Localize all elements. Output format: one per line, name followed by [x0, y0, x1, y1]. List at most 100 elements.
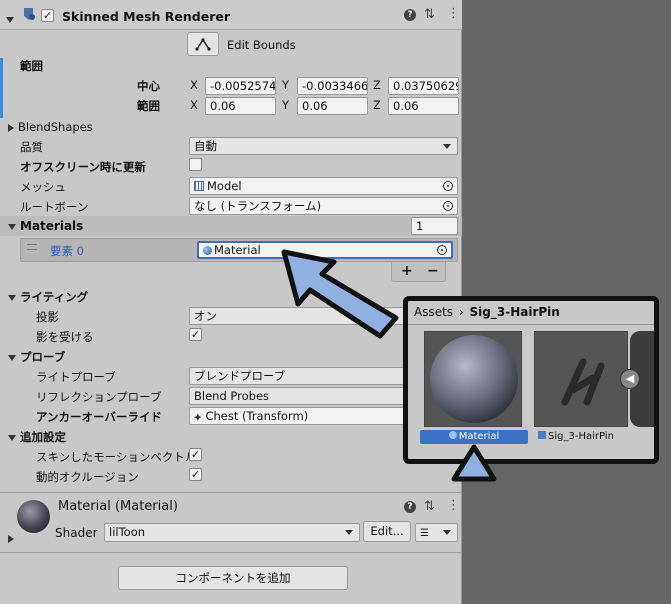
- transform-icon: ⯌: [194, 412, 202, 423]
- extent-y-axis: Y: [282, 98, 290, 112]
- renderer-icon: [22, 6, 36, 22]
- bounds-label: 範囲: [20, 59, 43, 73]
- material-asset-title: Material (Material): [58, 499, 178, 514]
- component-enabled-checkbox[interactable]: ✓: [41, 9, 54, 22]
- collapse-triangle-icon: [8, 434, 16, 441]
- drag-handle-icon[interactable]: [27, 244, 37, 250]
- divider: [0, 492, 462, 493]
- additional-settings-foldout[interactable]: 追加設定: [8, 429, 66, 445]
- center-z-field[interactable]: 0.03750629: [388, 77, 459, 95]
- reflection-probes-label: リフレクションプローブ: [36, 390, 162, 404]
- quality-dropdown[interactable]: 自動: [189, 137, 458, 155]
- add-component-button[interactable]: コンポーネントを追加: [118, 566, 348, 590]
- materials-count-field[interactable]: 1: [411, 217, 458, 235]
- help-icon[interactable]: ?: [404, 9, 416, 21]
- modified-indicator: [0, 58, 3, 118]
- rootbone-field[interactable]: なし (トランスフォーム): [189, 197, 458, 215]
- material-sphere-preview: [430, 335, 518, 423]
- breadcrumb-root[interactable]: Assets: [414, 305, 453, 319]
- collapse-triangle-icon[interactable]: [6, 12, 18, 26]
- mesh-field[interactable]: Model: [189, 177, 458, 195]
- skinned-motion-label: スキンしたモーションベクトル: [36, 450, 197, 464]
- extent-x-field[interactable]: 0.06: [205, 97, 276, 115]
- offscreen-label: オフスクリーン時に更新: [20, 160, 146, 174]
- light-probes-label: ライトプローブ: [36, 370, 116, 384]
- mesh-value: Model: [207, 179, 242, 193]
- dynamic-occlusion-checkbox[interactable]: ✓: [189, 468, 202, 481]
- extent-y-field[interactable]: 0.06: [297, 97, 368, 115]
- receive-shadows-label: 影を受ける: [36, 330, 94, 344]
- asset-label-text: Sig_3-HairPin: [548, 431, 614, 442]
- shader-dropdown[interactable]: lilToon: [104, 523, 360, 542]
- shader-options-dropdown[interactable]: ☰: [415, 523, 458, 542]
- center-y-axis: Y: [282, 78, 290, 92]
- extent-z-field[interactable]: 0.06: [388, 97, 459, 115]
- asset-label-text: Material: [458, 431, 500, 442]
- breadcrumb-divider: [408, 324, 654, 325]
- expand-triangle-icon: [8, 123, 14, 132]
- breadcrumb: Assets › Sig_3-HairPin: [414, 305, 560, 319]
- edit-bounds-icon: [195, 38, 211, 51]
- material-preview-thumbnail[interactable]: [17, 500, 50, 533]
- center-y-field[interactable]: -0.00334665: [297, 77, 368, 95]
- material-foldout-triangle-icon[interactable]: [8, 531, 18, 545]
- prefab-cube-icon: [538, 431, 546, 439]
- cast-shadows-label: 投影: [36, 310, 59, 324]
- rootbone-value: なし (トランスフォーム): [194, 199, 322, 213]
- edit-bounds-button[interactable]: [187, 32, 219, 56]
- pointer-arrow-up-icon: [451, 444, 497, 482]
- anchor-override-value: Chest (Transform): [205, 409, 309, 423]
- extent-label: 範囲: [137, 99, 160, 113]
- element-0-label: 要素 0: [50, 244, 84, 258]
- project-assets-popup: Assets › Sig_3-HairPin Material Sig_3-Ha…: [403, 296, 659, 464]
- lighting-foldout[interactable]: ライティング: [8, 289, 88, 305]
- additional-settings-header: 追加設定: [20, 430, 66, 444]
- list-icon: ☰: [420, 528, 429, 539]
- materials-foldout[interactable]: Materials: [8, 219, 83, 233]
- breadcrumb-chevron-icon: ›: [458, 305, 464, 319]
- kebab-menu-icon[interactable]: ⋮: [447, 6, 460, 21]
- asset-tile[interactable]: [424, 331, 522, 427]
- shader-edit-button[interactable]: Edit...: [363, 521, 411, 542]
- probes-foldout[interactable]: プローブ: [8, 349, 65, 365]
- center-x-axis: X: [190, 78, 198, 92]
- component-header[interactable]: ✓ Skinned Mesh Renderer ? ⇅ ⋮: [0, 0, 462, 30]
- divider: [0, 552, 462, 553]
- hairpin-model-preview: [561, 358, 605, 406]
- center-x-field[interactable]: -0.00525745: [205, 77, 276, 95]
- offscreen-checkbox[interactable]: [189, 158, 202, 171]
- asset-tile[interactable]: [534, 331, 628, 427]
- extent-x-axis: X: [190, 98, 198, 112]
- rootbone-label: ルートボーン: [20, 200, 89, 214]
- preset-icon[interactable]: ⇅: [424, 7, 435, 22]
- pointer-arrow-icon: [281, 249, 399, 339]
- shader-label: Shader: [55, 526, 98, 540]
- material-sphere-icon: [203, 246, 212, 255]
- blendshapes-label: BlendShapes: [18, 120, 93, 134]
- edit-bounds-label: Edit Bounds: [227, 38, 296, 52]
- object-picker-icon[interactable]: [443, 181, 453, 191]
- remove-element-button[interactable]: −: [427, 263, 439, 279]
- skinned-motion-checkbox[interactable]: ✓: [189, 448, 202, 461]
- asset-label-selected[interactable]: Material: [420, 430, 528, 444]
- collapse-triangle-icon: [8, 223, 16, 230]
- mesh-label: メッシュ: [20, 180, 66, 194]
- asset-label[interactable]: Sig_3-HairPin: [538, 430, 614, 444]
- anchor-override-label: アンカーオーバーライド: [36, 410, 162, 424]
- preset-icon[interactable]: ⇅: [424, 499, 435, 514]
- blendshapes-foldout[interactable]: BlendShapes: [8, 120, 93, 134]
- kebab-menu-icon[interactable]: ⋮: [447, 498, 460, 513]
- receive-shadows-checkbox[interactable]: ✓: [189, 328, 202, 341]
- material-sphere-icon: [448, 431, 457, 439]
- lighting-header: ライティング: [20, 290, 89, 304]
- scroll-left-icon[interactable]: ◀: [620, 369, 640, 389]
- breadcrumb-folder[interactable]: Sig_3-HairPin: [470, 305, 560, 319]
- mesh-grid-icon: [194, 181, 204, 191]
- component-title: Skinned Mesh Renderer: [62, 9, 231, 24]
- center-z-axis: Z: [373, 78, 381, 92]
- object-picker-icon[interactable]: [437, 245, 447, 255]
- probes-header: プローブ: [20, 350, 66, 364]
- help-icon[interactable]: ?: [404, 501, 416, 513]
- material-element-value: Material: [214, 243, 261, 257]
- object-picker-icon[interactable]: [443, 201, 453, 211]
